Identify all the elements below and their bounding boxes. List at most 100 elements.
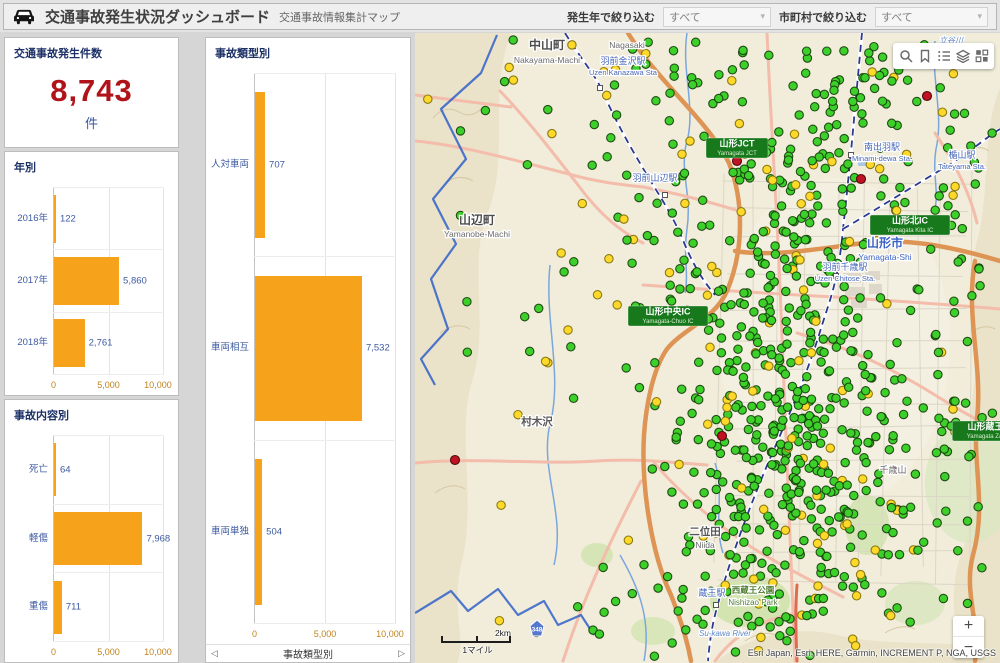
accident-marker[interactable]: [759, 228, 767, 236]
accident-marker[interactable]: [717, 349, 725, 357]
accident-marker[interactable]: [726, 551, 734, 559]
accident-marker[interactable]: [744, 171, 752, 179]
accident-marker[interactable]: [500, 77, 508, 85]
accident-marker[interactable]: [954, 258, 962, 266]
accident-marker[interactable]: [846, 543, 854, 551]
accident-marker[interactable]: [768, 351, 776, 359]
accident-marker[interactable]: [707, 468, 715, 476]
accident-marker[interactable]: [792, 475, 800, 483]
accident-marker[interactable]: [668, 639, 676, 647]
accident-marker[interactable]: [757, 402, 765, 410]
accident-marker[interactable]: [942, 507, 950, 515]
accident-marker[interactable]: [779, 416, 787, 424]
accident-marker[interactable]: [859, 475, 867, 483]
accident-marker[interactable]: [898, 375, 906, 383]
accident-marker-fatal[interactable]: [718, 432, 727, 441]
accident-marker[interactable]: [729, 367, 737, 375]
accident-marker[interactable]: [731, 446, 739, 454]
accident-marker[interactable]: [806, 192, 814, 200]
accident-marker-fatal[interactable]: [923, 92, 932, 101]
accident-marker[interactable]: [784, 156, 792, 164]
accident-marker[interactable]: [886, 360, 894, 368]
accident-marker[interactable]: [623, 171, 631, 179]
accident-marker[interactable]: [866, 57, 874, 65]
accident-marker[interactable]: [820, 132, 828, 140]
accident-marker[interactable]: [786, 503, 794, 511]
accident-marker[interactable]: [688, 81, 696, 89]
accident-marker[interactable]: [958, 224, 966, 232]
accident-marker[interactable]: [768, 138, 776, 146]
accident-marker[interactable]: [424, 95, 432, 103]
accident-marker[interactable]: [763, 165, 771, 173]
accident-marker[interactable]: [877, 412, 885, 420]
accident-marker[interactable]: [888, 77, 896, 85]
accident-marker[interactable]: [463, 298, 471, 306]
accident-marker[interactable]: [746, 332, 754, 340]
accident-marker[interactable]: [767, 316, 775, 324]
accident-marker[interactable]: [849, 97, 857, 105]
bar[interactable]: [54, 257, 119, 305]
accident-marker[interactable]: [509, 36, 517, 44]
accident-marker[interactable]: [690, 468, 698, 476]
accident-marker[interactable]: [841, 458, 849, 466]
accident-marker[interactable]: [820, 415, 828, 423]
accident-marker[interactable]: [828, 97, 836, 105]
accident-marker[interactable]: [747, 474, 755, 482]
accident-marker[interactable]: [742, 453, 750, 461]
accident-marker[interactable]: [938, 427, 946, 435]
accident-marker[interactable]: [605, 255, 613, 263]
accident-marker[interactable]: [856, 570, 864, 578]
accident-marker[interactable]: [819, 594, 827, 602]
accident-marker[interactable]: [755, 526, 763, 534]
accident-marker[interactable]: [878, 589, 886, 597]
accident-marker[interactable]: [763, 547, 771, 555]
accident-marker[interactable]: [666, 89, 674, 97]
accident-marker[interactable]: [788, 217, 796, 225]
accident-marker[interactable]: [729, 570, 737, 578]
accident-marker[interactable]: [840, 282, 848, 290]
accident-marker[interactable]: [876, 498, 884, 506]
accident-marker[interactable]: [771, 242, 779, 250]
accident-marker[interactable]: [825, 516, 833, 524]
accident-marker[interactable]: [728, 66, 736, 74]
accident-marker[interactable]: [595, 630, 603, 638]
accident-marker[interactable]: [939, 594, 947, 602]
accident-marker[interactable]: [850, 491, 858, 499]
accident-marker[interactable]: [734, 618, 742, 626]
accident-marker[interactable]: [809, 125, 817, 133]
accident-marker[interactable]: [951, 211, 959, 219]
accident-marker[interactable]: [814, 202, 822, 210]
accident-marker[interactable]: [934, 370, 942, 378]
bar[interactable]: [54, 512, 142, 565]
accident-marker[interactable]: [878, 53, 886, 61]
accident-marker[interactable]: [978, 564, 986, 572]
accident-marker[interactable]: [742, 363, 750, 371]
accident-marker[interactable]: [740, 61, 748, 69]
accident-marker[interactable]: [824, 123, 832, 131]
accident-marker[interactable]: [870, 84, 878, 92]
accident-marker[interactable]: [819, 607, 827, 615]
accident-marker[interactable]: [622, 364, 630, 372]
accident-marker[interactable]: [835, 482, 843, 490]
accident-marker[interactable]: [713, 366, 721, 374]
accident-marker[interactable]: [807, 181, 815, 189]
accident-marker[interactable]: [782, 287, 790, 295]
accident-marker[interactable]: [765, 362, 773, 370]
accident-marker[interactable]: [676, 417, 684, 425]
accident-marker[interactable]: [780, 255, 788, 263]
accident-marker[interactable]: [612, 111, 620, 119]
accident-marker[interactable]: [729, 168, 737, 176]
bar[interactable]: [255, 459, 262, 605]
accident-marker[interactable]: [740, 538, 748, 546]
accident-marker[interactable]: [721, 532, 729, 540]
accident-marker[interactable]: [893, 604, 901, 612]
accident-marker[interactable]: [574, 603, 582, 611]
accident-marker[interactable]: [799, 286, 807, 294]
accident-marker[interactable]: [675, 460, 683, 468]
accident-marker[interactable]: [768, 461, 776, 469]
accident-marker[interactable]: [826, 405, 834, 413]
accident-marker[interactable]: [635, 193, 643, 201]
accident-marker[interactable]: [797, 200, 805, 208]
pager-previous-button[interactable]: ◁: [211, 648, 218, 659]
accident-marker[interactable]: [732, 403, 740, 411]
